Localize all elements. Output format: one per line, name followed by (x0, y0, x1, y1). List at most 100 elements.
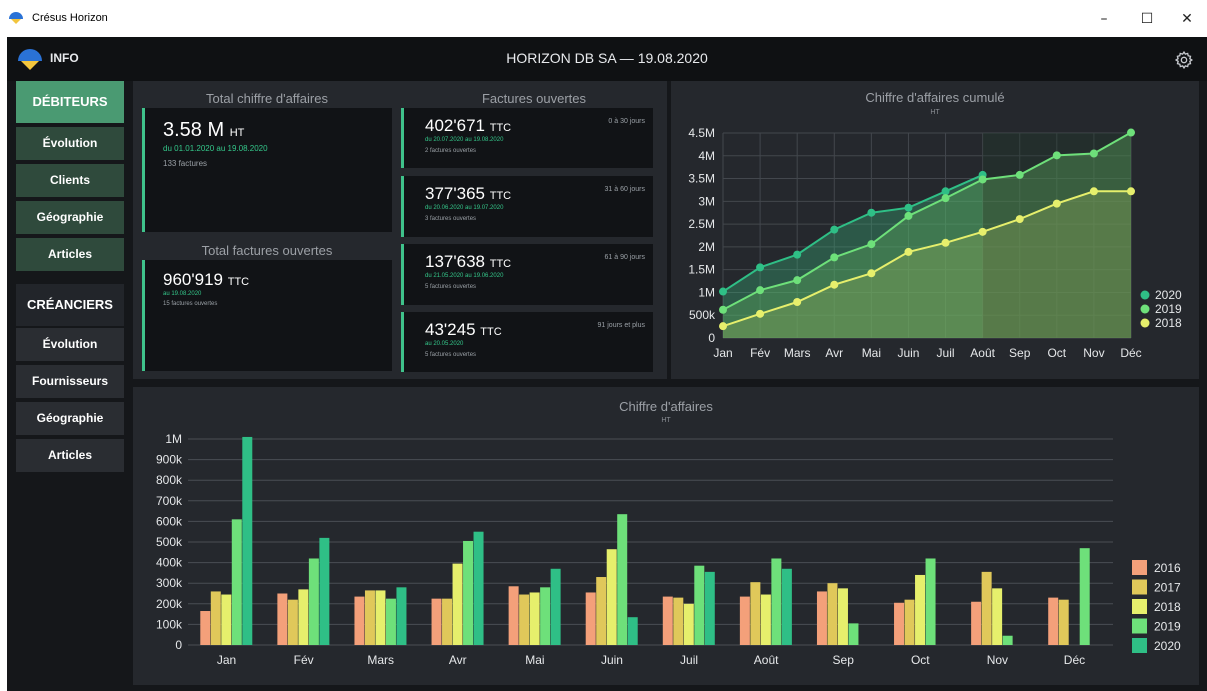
x-tick-label: Nov (1083, 346, 1104, 360)
bar (971, 601, 982, 645)
sidebar-cred-articles[interactable]: Articles (16, 439, 124, 472)
data-point (756, 263, 765, 272)
legend-marker (1140, 318, 1150, 328)
sidebar-debiteurs[interactable]: DÉBITEURS (16, 81, 124, 123)
data-point (941, 238, 950, 247)
bar (1002, 635, 1013, 645)
sidebar-deb-geographie[interactable]: Géographie (16, 201, 124, 234)
legend-label: 2019 (1154, 620, 1181, 634)
revenue-bar-chart: Chiffre d'affaires HT 0 100k 200k 300k 400k 5… (156, 399, 1181, 667)
open-invoice-count: 3 factures ouvertes (425, 216, 477, 222)
open-invoice-range: 0 à 30 jours (608, 118, 645, 125)
x-tick-label: Sep (1009, 346, 1031, 360)
bar (210, 591, 221, 645)
x-tick-label: Avr (825, 346, 843, 360)
bar (452, 563, 463, 645)
open-invoice-card[interactable]: 43'245 TTC 91 jours et plus au 20.05.202… (401, 312, 653, 372)
total-open-date: au 19.08.2020 (163, 291, 202, 297)
open-invoice-card[interactable]: 137'638 TTC 61 à 90 jours du 21.05.2020 … (401, 244, 653, 305)
y-tick-label: 3M (698, 194, 715, 208)
chart-subtitle: HT (661, 417, 671, 424)
data-point (867, 208, 876, 217)
legend-marker (1140, 304, 1150, 314)
data-point (1089, 187, 1098, 196)
maximize-button[interactable]: ☐ (1127, 8, 1167, 30)
data-point (1015, 170, 1024, 179)
bar (894, 602, 905, 645)
x-tick-label: Déc (1064, 653, 1085, 667)
sidebar-deb-articles[interactable]: Articles (16, 238, 124, 271)
data-point (1127, 187, 1135, 196)
x-tick-label: Nov (987, 653, 1008, 667)
bar (617, 514, 628, 645)
x-tick-label: Juil (937, 346, 955, 360)
x-tick-label: Mars (367, 653, 394, 667)
data-point (830, 225, 839, 234)
bar (473, 531, 484, 645)
data-point (830, 253, 839, 262)
bar (463, 540, 474, 645)
total-ca-card[interactable]: 3.58 M HT du 01.01.2020 au 19.08.2020 13… (142, 108, 392, 232)
x-tick-label: Mai (862, 346, 881, 360)
close-button[interactable]: ✕ (1167, 8, 1207, 30)
chart-title: Chiffre d'affaires cumulé (865, 90, 1004, 105)
bar (308, 558, 319, 645)
legend-label: 2018 (1154, 600, 1181, 614)
bar (627, 617, 638, 645)
y-tick-label: 900k (156, 453, 183, 467)
sidebar-deb-evolution[interactable]: Évolution (16, 127, 124, 160)
y-tick-label: 200k (156, 597, 183, 611)
total-ca-period: du 01.01.2020 au 19.08.2020 (163, 144, 268, 153)
y-tick-label: 4M (698, 149, 715, 163)
open-invoice-card[interactable]: 377'365 TTC 31 à 60 jours du 20.06.2020 … (401, 176, 653, 237)
bar (396, 587, 407, 645)
y-tick-label: 400k (156, 556, 183, 570)
sidebar-cred-evolution[interactable]: Évolution (16, 328, 124, 361)
data-point (978, 175, 987, 184)
bar (848, 623, 859, 645)
cumulative-chart-panel: Chiffre d'affaires cumulé HT 0 500k 1M 1.5M… (671, 81, 1199, 379)
open-invoices-heading: Factures ouvertes (481, 91, 587, 106)
open-invoice-card[interactable]: 402'671 TTC 0 à 30 jours du 20.07.2020 a… (401, 108, 653, 168)
open-invoice-value: 137'638 TTC (425, 252, 512, 271)
gear-icon[interactable] (1174, 50, 1194, 70)
bar (662, 596, 673, 645)
y-tick-label: 500k (689, 308, 716, 322)
bar (550, 568, 561, 645)
legend-marker (1132, 618, 1147, 634)
y-tick-label: 2.5M (688, 217, 715, 231)
window-titlebar: Crésus Horizon – ☐ ✕ (0, 0, 1207, 37)
sidebar-creanciers[interactable]: CRÉANCIERS (16, 284, 124, 326)
data-point (941, 194, 950, 203)
open-invoice-count: 2 factures ouvertes (425, 148, 477, 154)
data-point (793, 276, 802, 285)
total-open-card[interactable]: 960'919 TTC au 19.08.2020 15 factures ou… (142, 260, 392, 371)
bar (673, 597, 684, 645)
minimize-button[interactable]: – (1084, 8, 1124, 30)
x-tick-label: Juil (680, 653, 698, 667)
bar (375, 590, 386, 645)
y-tick-label: 500k (156, 535, 183, 549)
bar (277, 593, 288, 645)
total-open-count: 15 factures ouvertes (163, 301, 218, 307)
sidebar-cred-geographie[interactable]: Géographie (16, 402, 124, 435)
data-point (830, 280, 839, 289)
y-tick-label: 0 (708, 331, 715, 345)
bar (827, 583, 838, 645)
sidebar-deb-clients[interactable]: Clients (16, 164, 124, 197)
bar (750, 582, 761, 645)
x-tick-label: Sep (833, 653, 855, 667)
bar (508, 586, 519, 645)
bar (242, 436, 253, 645)
data-point (867, 240, 876, 249)
sidebar-cred-fournisseurs[interactable]: Fournisseurs (16, 365, 124, 398)
open-invoice-value: 377'365 TTC (425, 184, 512, 203)
bar (287, 599, 298, 645)
bar (837, 588, 848, 645)
legend-label: 2016 (1154, 561, 1181, 575)
y-tick-label: 700k (156, 494, 183, 508)
data-point (904, 247, 913, 256)
bar (385, 598, 396, 645)
bar (704, 571, 715, 645)
x-tick-label: Mars (784, 346, 811, 360)
